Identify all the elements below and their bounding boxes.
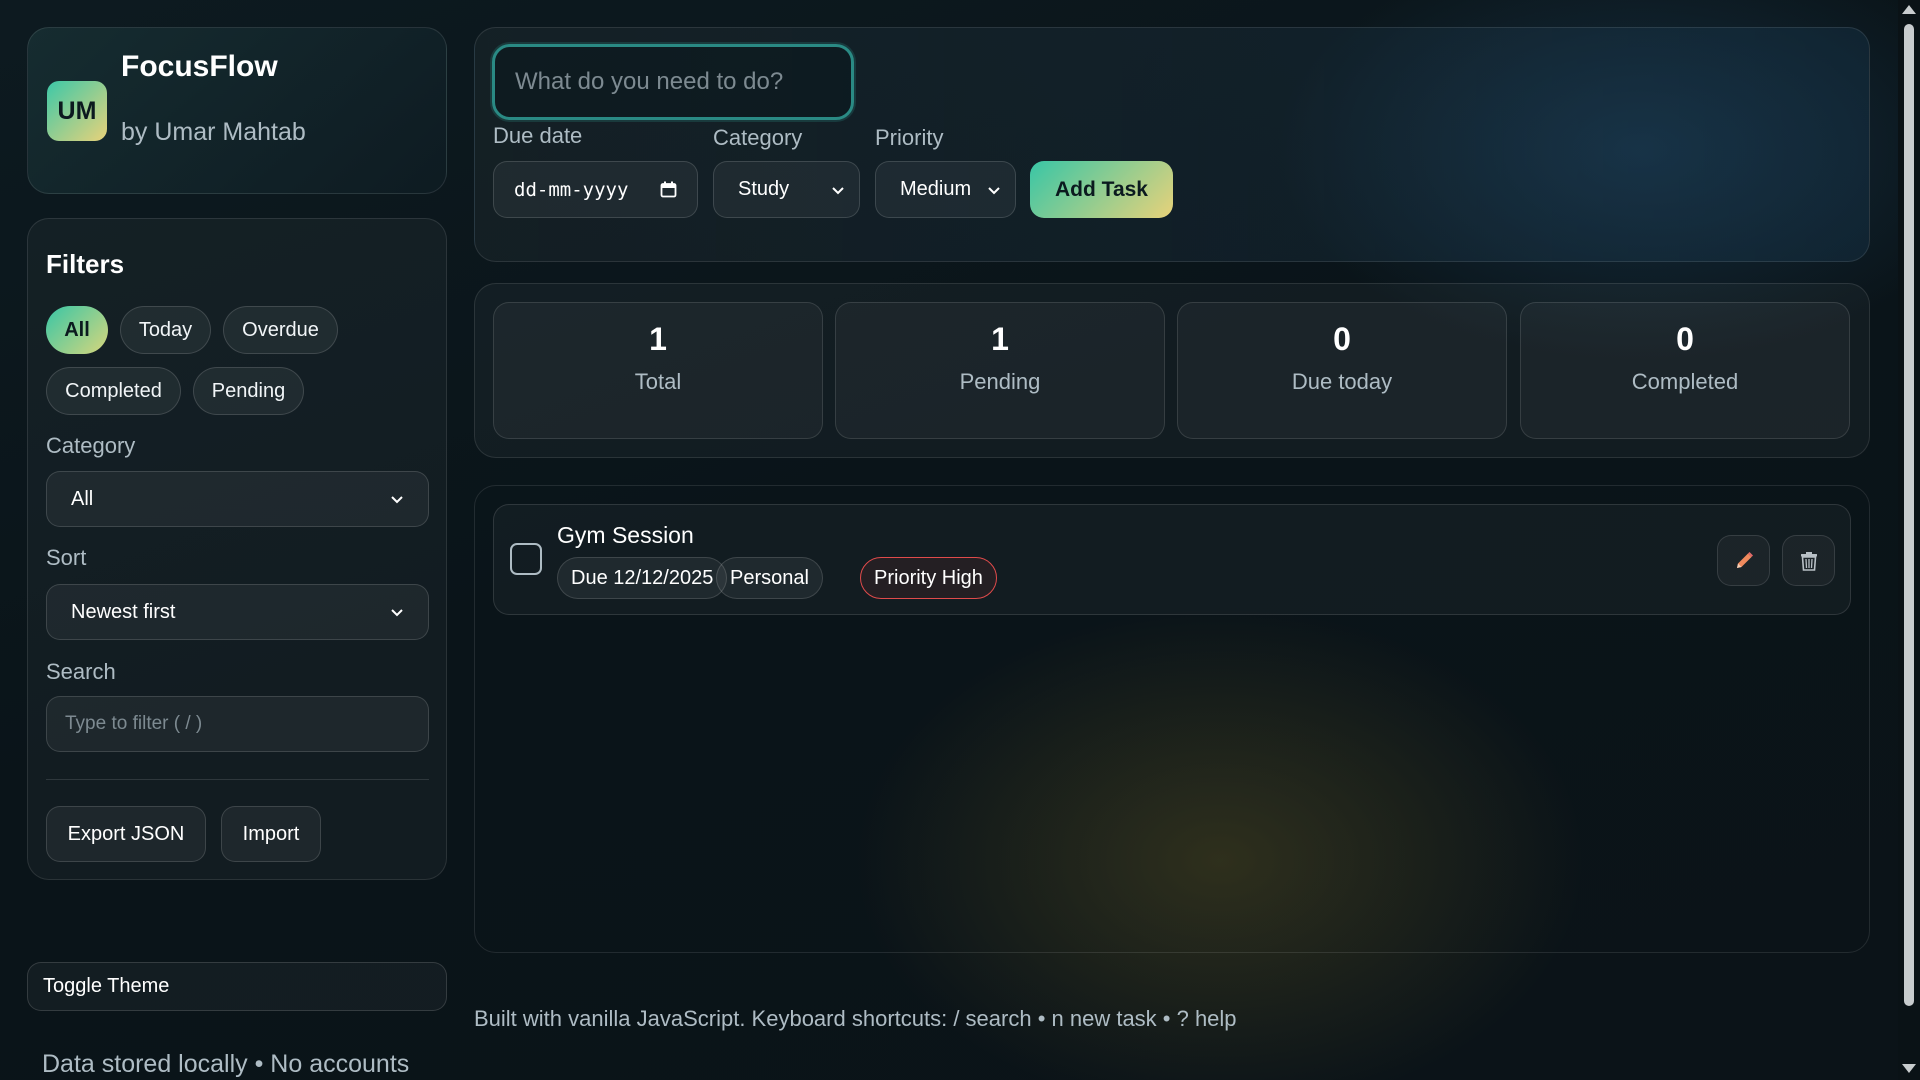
add-task-button[interactable]: Add Task [1030, 161, 1173, 218]
scroll-down-arrow-icon[interactable] [1902, 1064, 1916, 1073]
priority-select[interactable]: Medium [875, 161, 1016, 218]
task-category-select[interactable]: Study [713, 161, 860, 218]
filters-title: Filters [46, 249, 125, 279]
stat-card-total: 1 Total [493, 302, 823, 439]
delete-task-button[interactable] [1782, 535, 1835, 586]
stat-label: Total [634, 369, 682, 394]
due-date-label: Due date [493, 123, 583, 148]
footer-shortcuts-note: Built with vanilla JavaScript. Keyboard … [474, 1006, 1237, 1031]
brand-card: UM FocusFlow by Umar Mahtab [27, 27, 447, 194]
stat-value: 1 [649, 321, 667, 357]
stat-card-due-today: 0 Due today [1177, 302, 1507, 439]
category-filter-label: Category [46, 433, 136, 458]
app-subtitle: by Umar Mahtab [121, 118, 306, 146]
storage-note: Data stored locally • No accounts [42, 1050, 410, 1078]
filter-chip-today[interactable]: Today [120, 306, 211, 354]
scroll-thumb[interactable] [1904, 24, 1914, 1006]
stat-label: Due today [1291, 369, 1393, 394]
chevron-down-icon [391, 609, 403, 617]
avatar: UM [47, 81, 107, 141]
sort-value: Newest first [71, 600, 176, 623]
stat-value: 0 [1333, 321, 1351, 357]
trash-icon [1800, 551, 1817, 571]
divider [46, 779, 429, 780]
filter-chip-overdue[interactable]: Overdue [223, 306, 338, 354]
add-task-panel: Due date dd-mm-yyyy Category Study Prior… [474, 27, 1870, 262]
task-title-input[interactable] [492, 44, 854, 120]
stat-card-completed: 0 Completed [1520, 302, 1850, 439]
sort-label: Sort [46, 545, 87, 570]
filter-chip-completed[interactable]: Completed [46, 367, 181, 415]
task-category-tag: Personal [716, 557, 823, 599]
task-row: Gym Session Due 12/12/2025 Personal Prio… [493, 504, 1851, 615]
stats-panel: 1 Total 1 Pending 0 Due today 0 Complete… [474, 283, 1870, 458]
chevron-down-icon [832, 186, 844, 194]
task-title: Gym Session [557, 522, 694, 548]
app-title: FocusFlow [121, 50, 278, 83]
stat-value: 0 [1676, 321, 1694, 357]
due-date-input[interactable]: dd-mm-yyyy [493, 161, 698, 218]
task-priority-tag: Priority High [860, 557, 997, 599]
task-list-panel: Gym Session Due 12/12/2025 Personal Prio… [474, 485, 1870, 953]
page-scrollbar[interactable] [1898, 0, 1920, 1080]
filter-chip-all[interactable]: All [46, 306, 108, 354]
due-date-placeholder: dd-mm-yyyy [514, 178, 629, 201]
stat-label: Pending [959, 369, 1041, 394]
export-json-button[interactable]: Export JSON [46, 806, 206, 862]
scroll-up-arrow-icon[interactable] [1902, 5, 1916, 14]
chevron-down-icon [988, 186, 1000, 194]
calendar-icon[interactable] [660, 181, 677, 198]
priority-label: Priority [875, 125, 944, 150]
stat-card-pending: 1 Pending [835, 302, 1165, 439]
priority-value: Medium [900, 178, 972, 200]
stat-label: Completed [1631, 369, 1739, 394]
task-due-tag: Due 12/12/2025 [557, 557, 728, 599]
task-complete-checkbox[interactable] [510, 543, 542, 575]
category-filter-select[interactable]: All [46, 471, 429, 527]
toggle-theme-button[interactable]: Toggle Theme [27, 962, 447, 1011]
edit-task-button[interactable] [1717, 535, 1770, 586]
chevron-down-icon [391, 496, 403, 504]
sort-select[interactable]: Newest first [46, 584, 429, 640]
category-filter-value: All [71, 487, 94, 510]
stat-value: 1 [991, 321, 1009, 357]
pencil-icon [1736, 551, 1753, 568]
import-button[interactable]: Import [221, 806, 321, 862]
search-label: Search [46, 659, 116, 684]
filters-panel: Filters All Today Overdue Completed Pend… [27, 218, 447, 880]
task-category-value: Study [738, 178, 790, 200]
task-category-label: Category [713, 125, 803, 150]
search-input[interactable] [46, 696, 429, 752]
filter-chip-pending[interactable]: Pending [193, 367, 304, 415]
